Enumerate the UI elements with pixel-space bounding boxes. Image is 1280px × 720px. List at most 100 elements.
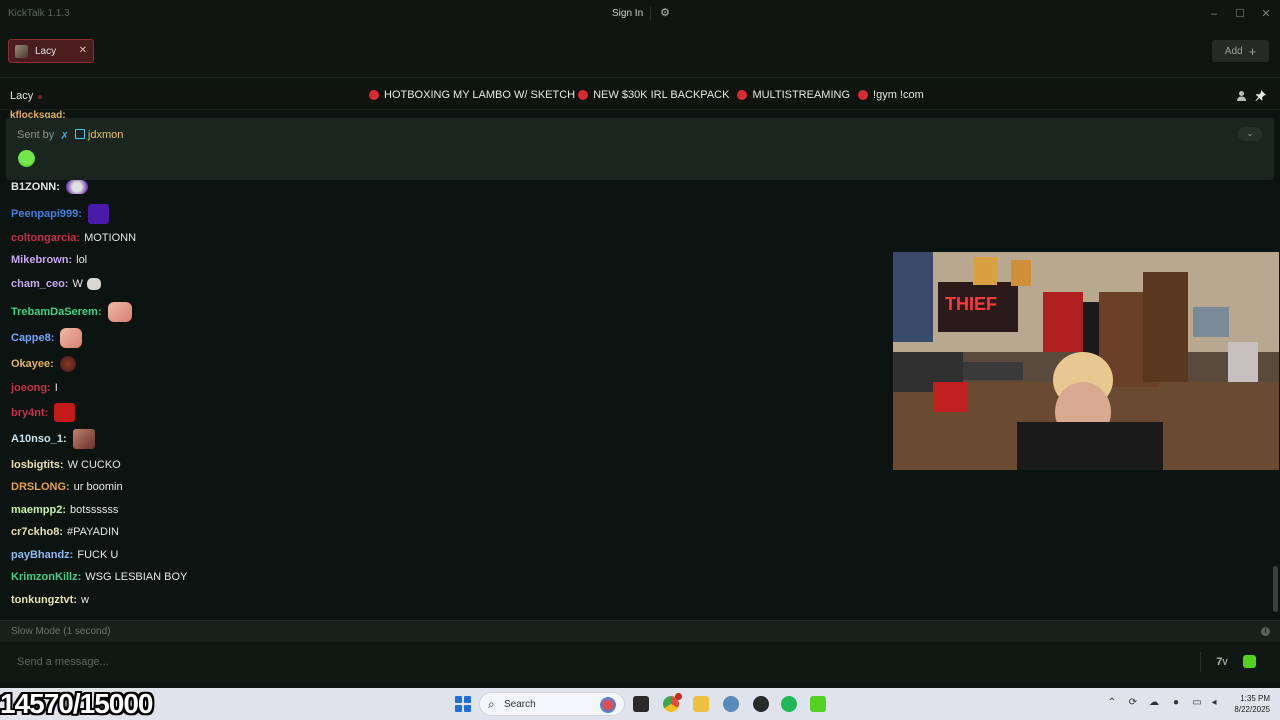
add-channel-button[interactable]: Add + <box>1212 40 1269 62</box>
purple-emote-icon <box>87 204 109 224</box>
pin-icon[interactable] <box>1254 90 1266 102</box>
live-indicator-icon <box>38 95 42 99</box>
red-dot-icon <box>858 90 869 100</box>
slow-mode-bar: Slow Mode (1 second) i <box>0 620 1280 642</box>
red-dot-icon <box>369 90 379 100</box>
pointing-hand-emote-icon <box>60 328 83 348</box>
spotify-icon[interactable] <box>781 696 797 712</box>
red-dot-icon <box>578 90 589 100</box>
user-icon[interactable] <box>1235 90 1247 102</box>
alien-emote-icon <box>65 180 88 194</box>
chat-message-input[interactable] <box>6 648 1202 676</box>
stream-video-frame: THIEF <box>893 252 1279 470</box>
chat-username[interactable]: Mikebrown: <box>11 254 72 266</box>
chat-username[interactable]: Peenpapi999: <box>11 208 82 220</box>
chat-message: Okayee: <box>11 356 76 372</box>
chat-username[interactable]: DRSLONG: <box>11 481 70 493</box>
chat-message: Mikebrown: lol <box>11 254 87 266</box>
gear-icon[interactable]: ⚙ <box>656 5 674 22</box>
chat-message: coltongarcia: MOTIONN <box>11 232 136 244</box>
chevron-up-icon[interactable]: ⌃ <box>1106 697 1118 709</box>
chat-username[interactable]: cr7ckho8: <box>11 526 63 538</box>
chat-username[interactable]: losbigtits: <box>11 459 64 471</box>
pinned-sent-by: Sent by ✗ jdxmon <box>17 129 123 142</box>
chat-message: losbigtits: W CUCKO <box>11 459 121 471</box>
hands-emote-icon <box>86 278 101 290</box>
red-text-emote-icon <box>54 403 76 422</box>
pinned-username[interactable]: jdxmon <box>88 129 123 141</box>
file-explorer-icon[interactable] <box>693 696 709 712</box>
pointing-hand-emote-icon <box>107 302 132 322</box>
app-icon[interactable] <box>753 696 769 712</box>
chat-text: I <box>54 382 58 394</box>
chat-username[interactable]: Cappe8: <box>11 332 54 344</box>
maximize-icon[interactable]: ☐ <box>1229 6 1251 22</box>
chat-username[interactable]: TrebamDaSerem: <box>11 306 102 318</box>
chat-text: lol <box>76 254 88 266</box>
kick-emote-picker-icon[interactable] <box>1243 655 1256 668</box>
chat-text: W <box>72 278 83 290</box>
microphone-icon[interactable]: ● <box>1170 697 1182 709</box>
chat-username[interactable]: KrimzonKillz: <box>11 571 81 583</box>
search-icon: ⌕ <box>488 697 495 711</box>
chat-username[interactable]: Okayee: <box>11 358 54 370</box>
face-emote-icon <box>59 356 76 372</box>
chat-username[interactable]: B1ZONN: <box>11 181 60 193</box>
close-icon[interactable]: ✕ <box>79 45 87 56</box>
seventv-emote-picker-icon[interactable]: 7V <box>1213 654 1231 670</box>
speaker-icon[interactable]: ◂ <box>1208 697 1220 709</box>
chat-message: KrimzonKillz: WSG LESBIAN BOY <box>11 571 187 583</box>
chat-username[interactable]: A10nso_1: <box>11 433 67 445</box>
tab-bar: Lacy ✕ Add + <box>0 28 1280 78</box>
chat-text: botssssss <box>70 504 119 516</box>
subscriber-badge-icon <box>74 129 85 139</box>
chat-scrollbar[interactable] <box>1273 566 1278 612</box>
chat-username[interactable]: cham_ceo: <box>11 278 68 290</box>
chat-text: MOTIONN <box>84 232 137 244</box>
stream-video-overlay: THIEF <box>893 252 1279 470</box>
windows-start-icon[interactable] <box>455 696 471 712</box>
taskbar-search[interactable]: ⌕ Search <box>479 692 625 716</box>
display-icon[interactable]: ▭ <box>1191 697 1203 709</box>
chat-username[interactable]: coltongarcia: <box>11 232 80 244</box>
cloud-icon[interactable]: ☁ <box>1148 697 1160 709</box>
chat-username[interactable]: maempp2: <box>11 504 66 516</box>
titlebar-divider <box>650 7 651 20</box>
overlay-counter: 14570/15000 <box>0 688 154 719</box>
chat-message: cr7ckho8: #PAYADIN <box>11 526 119 538</box>
info-icon[interactable]: i <box>1261 627 1270 636</box>
clock-date: 8/22/2025 <box>1234 705 1270 714</box>
close-icon[interactable]: ✕ <box>1255 6 1277 22</box>
tab-label: Lacy <box>35 45 57 57</box>
sync-icon[interactable]: ⟳ <box>1127 697 1139 709</box>
chat-username[interactable]: joeong: <box>11 382 51 394</box>
sign-in-button[interactable]: Sign In <box>604 5 651 22</box>
kicktalk-icon[interactable] <box>810 696 826 712</box>
task-view-icon[interactable] <box>633 696 649 712</box>
app-icon[interactable] <box>723 696 739 712</box>
chat-input-bar: 7V <box>0 642 1280 682</box>
red-dot-icon <box>737 90 748 100</box>
chat-username[interactable]: bry4nt: <box>11 407 48 419</box>
chat-text: w <box>80 594 89 606</box>
app-title: KickTalk 1.1.3 <box>8 8 70 19</box>
chat-message: joeong: I <box>11 382 58 394</box>
windows-taskbar: ⌕ Search ⌃ ⟳ ☁ ● ▭ ◂ 1:35 PM 8/22/2025 1… <box>0 688 1280 720</box>
tab-lacy[interactable]: Lacy ✕ <box>8 39 94 63</box>
chat-message: B1ZONN: <box>11 180 88 194</box>
channel-header: Lacy HOTBOXING MY LAMBO W/ SKETCH NEW $3… <box>0 82 1280 110</box>
chat-username[interactable]: payBhandz: <box>11 549 73 561</box>
chat-username[interactable]: tonkungztvt: <box>11 594 77 606</box>
sent-by-label: Sent by <box>17 129 55 141</box>
minimize-icon[interactable]: – <box>1203 6 1225 22</box>
taskbar-clock[interactable]: 1:35 PM 8/22/2025 <box>1222 693 1270 715</box>
chat-text: W CUCKO <box>67 459 121 471</box>
chat-message: TrebamDaSerem: <box>11 302 132 322</box>
chevron-down-icon[interactable]: ⌄ <box>1238 127 1262 141</box>
chat-message: tonkungztvt: w <box>11 594 89 606</box>
stream-title-segment: NEW $30K IRL BACKPACK <box>593 89 730 101</box>
chat-message: cham_ceo: W <box>11 278 101 290</box>
channel-name: Lacy <box>10 90 34 102</box>
face-emote-icon <box>72 429 95 449</box>
notification-badge <box>675 693 682 700</box>
